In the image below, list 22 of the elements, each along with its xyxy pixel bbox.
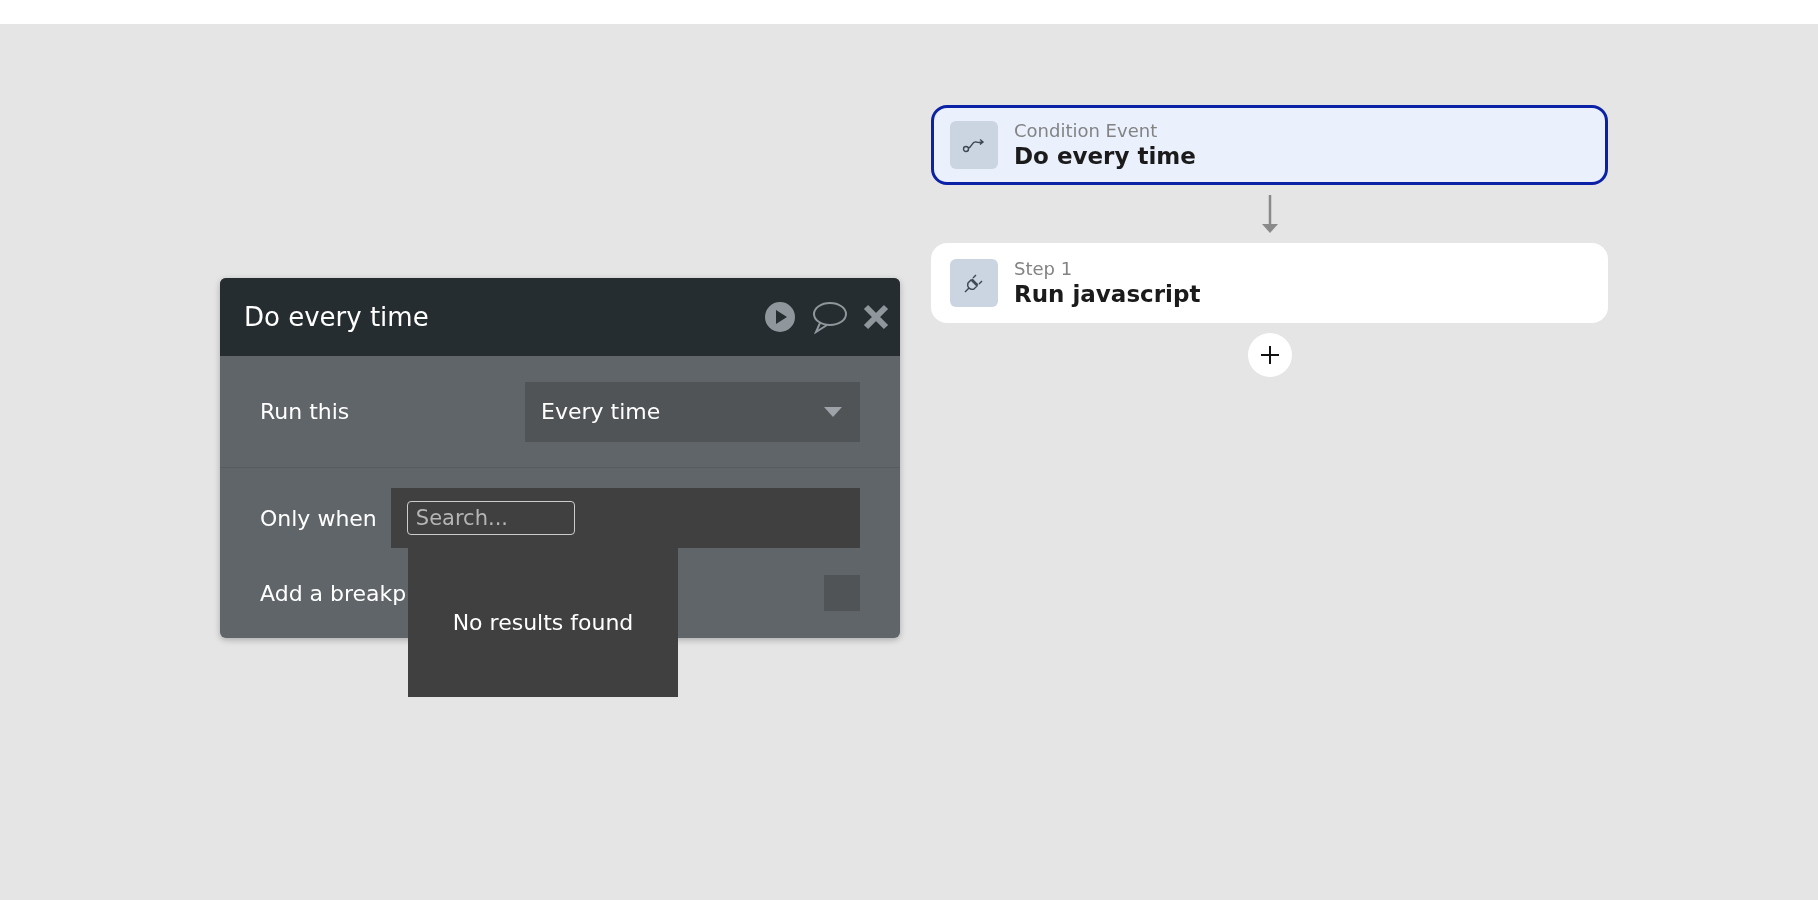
- no-results-message: No results found: [452, 609, 634, 635]
- condition-field[interactable]: Search...: [390, 488, 860, 548]
- panel-title: Do every time: [244, 302, 430, 332]
- card-title: Run javascript: [1014, 280, 1201, 308]
- play-icon[interactable]: [764, 301, 796, 333]
- field-label: Only when: [260, 505, 377, 531]
- plus-icon: [1259, 345, 1280, 365]
- card-caption: Condition Event: [1014, 120, 1159, 142]
- card-title: Do every time: [1014, 142, 1196, 170]
- speech-bubble-icon[interactable]: [810, 300, 848, 334]
- card-caption: Step 1: [1014, 258, 1074, 280]
- caret-icon: [824, 406, 842, 417]
- add-step-button[interactable]: [1247, 333, 1292, 377]
- search-field[interactable]: Search...: [406, 501, 575, 535]
- down-arrow-icon: [1259, 195, 1280, 235]
- field-label: Run this: [260, 399, 350, 424]
- flow-card[interactable]: Step 1 Run javascript: [931, 243, 1608, 323]
- close-icon[interactable]: [862, 303, 890, 331]
- curved-arrow-icon: [962, 137, 986, 153]
- run-this-dropdown[interactable]: Every time: [525, 381, 860, 442]
- flow-card[interactable]: Condition Event Do every time: [931, 105, 1608, 185]
- field-label: Add a breakp: [260, 580, 407, 606]
